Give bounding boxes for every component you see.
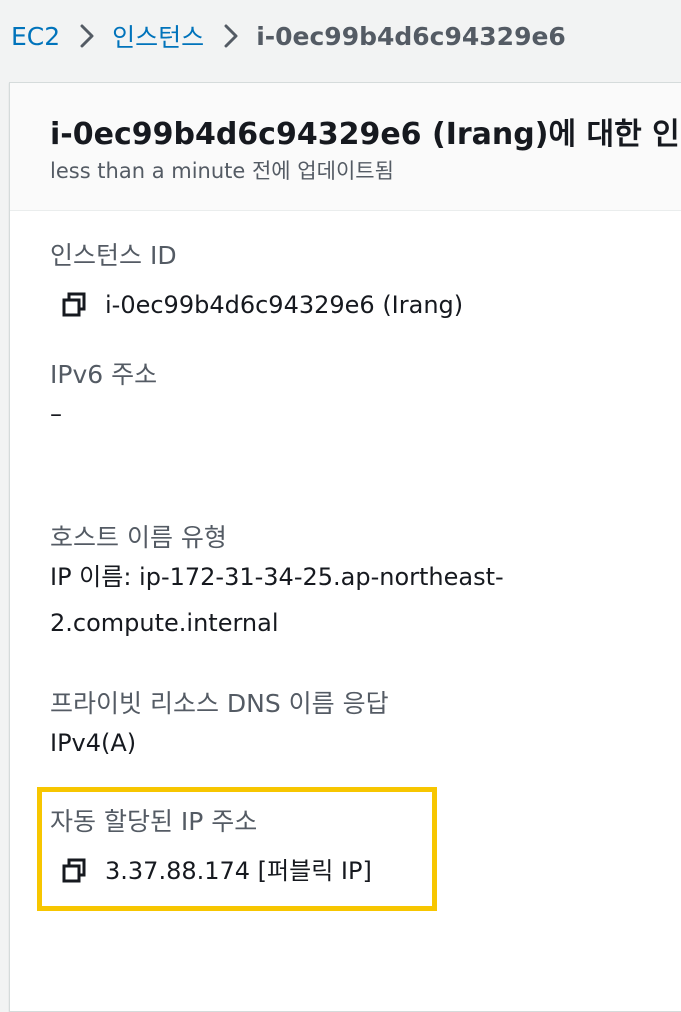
field-ipv6-address: IPv6 주소 – [50,359,157,437]
copy-icon[interactable] [59,290,89,320]
field-private-dns-response: 프라이빗 리소스 DNS 이름 응답 IPv4(A) [50,688,389,766]
last-updated-text: less than a minute 전에 업데이트됨 [50,159,394,183]
panel-header: i-0ec99b4d6c94329e6 (Irang)에 대한 인 less t… [10,83,681,211]
breadcrumb-instances-link[interactable]: 인스턴스 [112,18,204,54]
private-dns-label: 프라이빗 리소스 DNS 이름 응답 [50,689,389,718]
instance-id-value: i-0ec99b4d6c94329e6 (Irang) [105,291,464,319]
breadcrumb-ec2-link[interactable]: EC2 [11,22,60,51]
private-dns-value: IPv4(A) [50,729,137,757]
ipv6-label: IPv6 주소 [50,360,158,389]
chevron-right-icon [80,24,94,48]
ipv6-value: – [50,400,62,428]
highlight-box [37,787,437,911]
page-title: i-0ec99b4d6c94329e6 (Irang)에 대한 인 [50,117,680,152]
instance-id-label: 인스턴스 ID [50,241,177,270]
hostname-type-value-line1: IP 이름: ip-172-31-34-25.ap-northeast- [50,563,504,591]
field-instance-id: 인스턴스 ID i-0ec99b4d6c94329e6 (Irang) [50,240,463,328]
breadcrumb: EC2 인스턴스 i-0ec99b4d6c94329e6 [0,0,681,72]
field-hostname-type: 호스트 이름 유형 IP 이름: ip-172-31-34-25.ap-nort… [50,522,504,646]
chevron-right-icon [224,24,238,48]
breadcrumb-current-instance: i-0ec99b4d6c94329e6 [256,21,566,51]
hostname-type-label: 호스트 이름 유형 [50,523,227,552]
hostname-type-value-line2: 2.compute.internal [50,609,279,637]
